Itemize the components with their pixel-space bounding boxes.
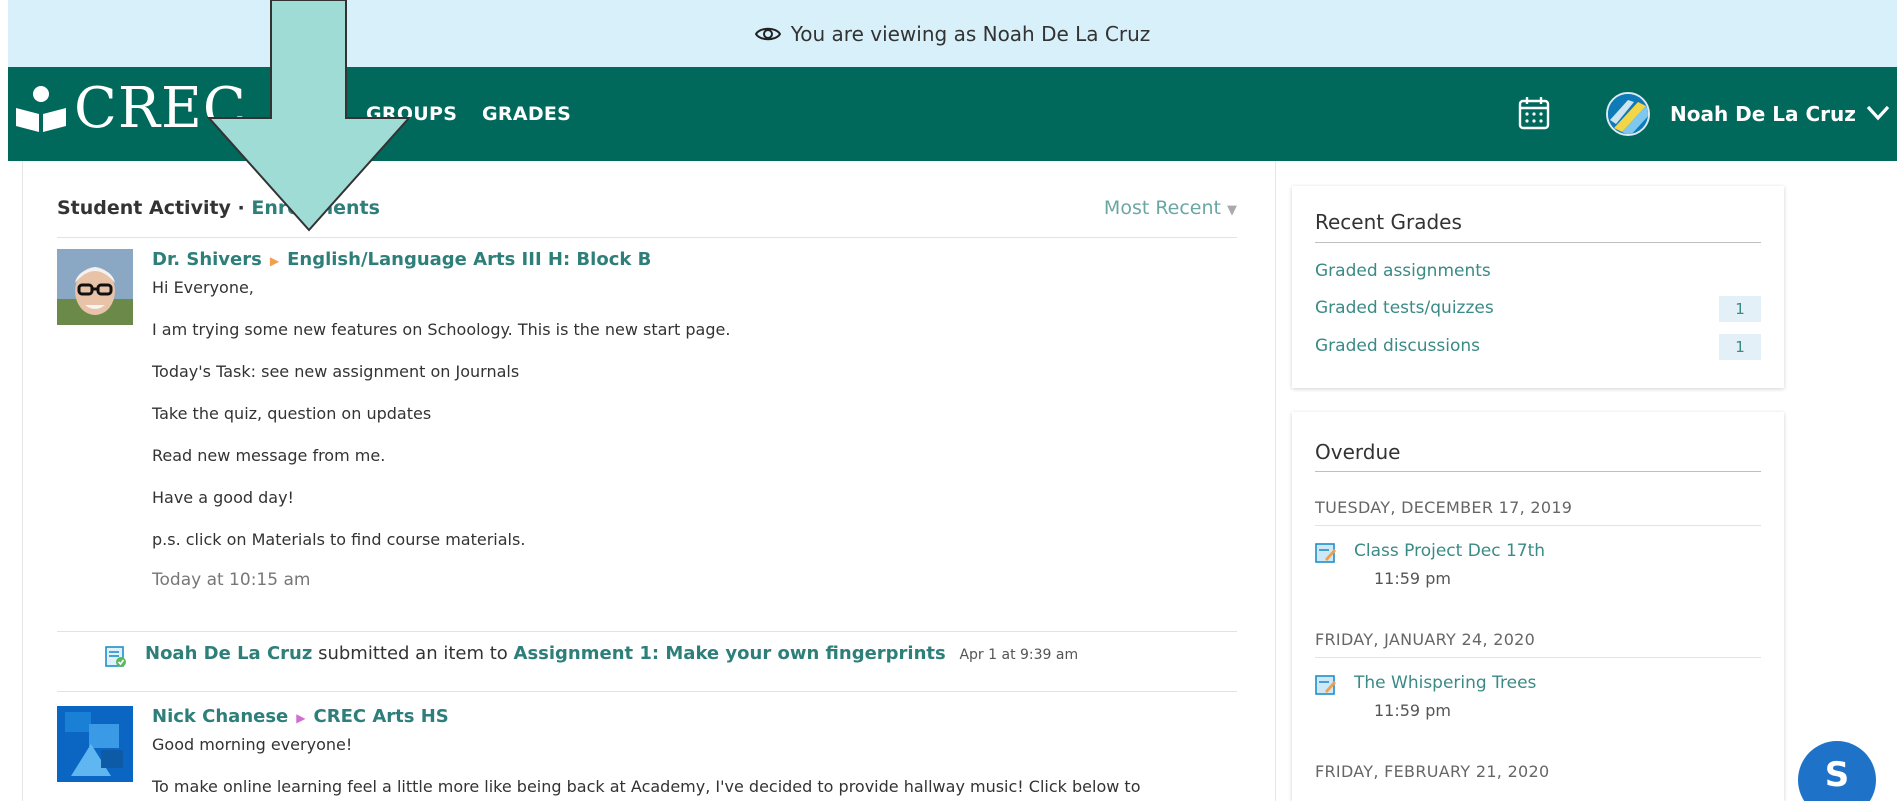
post-author-link[interactable]: Nick Chanese bbox=[152, 706, 288, 727]
sort-label: Most Recent bbox=[1103, 197, 1221, 219]
arrow-right-icon: ▶ bbox=[269, 254, 280, 268]
count-badge: 1 bbox=[1719, 334, 1761, 360]
post-line: Hi Everyone, bbox=[152, 278, 254, 297]
overdue-item-time: 11:59 pm bbox=[1374, 569, 1451, 588]
assignment-icon bbox=[1315, 543, 1336, 563]
nav-courses[interactable]: ES bbox=[280, 67, 307, 161]
assignment-icon bbox=[1315, 675, 1336, 695]
author-photo-icon bbox=[57, 249, 133, 325]
graded-tests-link[interactable]: Graded tests/quizzes bbox=[1315, 298, 1494, 318]
post-author-link[interactable]: Dr. Shivers bbox=[152, 249, 262, 270]
user-avatar-pattern-icon bbox=[1608, 94, 1648, 134]
user-avatar[interactable] bbox=[1606, 92, 1650, 136]
post-timestamp: Today at 10:15 am bbox=[152, 570, 311, 590]
arrow-right-icon: ▶ bbox=[296, 711, 306, 725]
graded-discussions-link[interactable]: Graded discussions bbox=[1315, 336, 1480, 356]
feed-heading-separator: · bbox=[230, 197, 252, 219]
overdue-item-time: 11:59 pm bbox=[1374, 701, 1451, 720]
crec-logo-mark-icon bbox=[16, 86, 66, 132]
feed-heading: Student Activity bbox=[57, 197, 231, 219]
post-line: Today's Task: see new assignment on Jour… bbox=[152, 362, 520, 381]
overdue-date: FRIDAY, FEBRUARY 21, 2020 bbox=[1315, 762, 1550, 781]
submission-time: Apr 1 at 9:39 am bbox=[959, 647, 1079, 663]
submission-assignment-link[interactable]: Assignment 1: Make your own fingerprints bbox=[514, 643, 946, 664]
overdue-card: Overdue TUESDAY, DECEMBER 17, 2019 Class… bbox=[1292, 412, 1784, 801]
post-line: Take the quiz, question on updates bbox=[152, 404, 432, 423]
calendar-icon[interactable] bbox=[1518, 96, 1550, 130]
feed-filter-enrollments[interactable]: Enrollments bbox=[251, 197, 380, 219]
post-course-link[interactable]: CREC Arts HS bbox=[314, 706, 449, 727]
support-chat-button[interactable]: S bbox=[1798, 741, 1876, 801]
post-line: Read new message from me. bbox=[152, 446, 386, 465]
author-avatar[interactable] bbox=[57, 706, 133, 782]
post-line: I am trying some new features on Schoolo… bbox=[152, 320, 731, 339]
feed-header: Student Activity · Enrollments Most Rece… bbox=[57, 197, 1237, 227]
divider bbox=[57, 237, 1237, 238]
author-photo-icon bbox=[57, 706, 133, 782]
crec-logo[interactable]: CREC bbox=[12, 81, 247, 137]
viewing-as-text: You are viewing as Noah De La Cruz bbox=[790, 21, 1151, 46]
post-title: Nick Chanese ▶ CREC Arts HS bbox=[152, 706, 449, 727]
divider bbox=[1315, 525, 1761, 526]
recent-grades-card: Recent Grades Graded assignments Graded … bbox=[1292, 186, 1784, 388]
post-body: Dr. Shivers ▶ English/Language Arts III H:… bbox=[152, 249, 1232, 629]
author-avatar[interactable] bbox=[57, 249, 133, 325]
post-body: Nick Chanese ▶ CREC Arts HS Good morning e… bbox=[152, 706, 1232, 801]
caret-down-icon: ▼ bbox=[1227, 203, 1237, 218]
sort-dropdown[interactable]: Most Recent ▼ bbox=[1104, 197, 1237, 219]
post-line: p.s. click on Materials to find course m… bbox=[152, 530, 526, 549]
card-title: Overdue bbox=[1315, 440, 1401, 464]
post-line: To make online learning feel a little mo… bbox=[152, 777, 1141, 796]
overdue-item-link[interactable]: The Whispering Trees bbox=[1354, 673, 1536, 693]
viewing-as-banner: You are viewing as Noah De La Cruz bbox=[8, 0, 1897, 67]
count-badge: 1 bbox=[1719, 296, 1761, 322]
assignment-submission-icon bbox=[105, 646, 126, 667]
overdue-date: TUESDAY, DECEMBER 17, 2019 bbox=[1315, 498, 1573, 517]
submission-action: submitted an item to bbox=[318, 643, 508, 664]
post-course-link[interactable]: English/Language Arts III H: Block B bbox=[287, 249, 651, 270]
card-divider bbox=[1315, 242, 1761, 243]
divider bbox=[1315, 657, 1761, 658]
divider bbox=[57, 691, 1237, 692]
logo-text: CREC bbox=[74, 76, 247, 141]
card-divider bbox=[1315, 471, 1761, 472]
graded-assignments-link[interactable]: Graded assignments bbox=[1315, 261, 1491, 281]
top-navigation: CREC ES GROUPS GRADES Noah De La Cruz bbox=[8, 67, 1897, 161]
post-title: Dr. Shivers ▶ English/Language Arts III H:… bbox=[152, 249, 651, 270]
user-menu-name[interactable]: Noah De La Cruz bbox=[1670, 67, 1856, 161]
overdue-item-link[interactable]: Class Project Dec 17th bbox=[1354, 541, 1545, 561]
post-line: Good morning everyone! bbox=[152, 735, 353, 754]
submission-activity: Noah De La Cruz submitted an item to Ass… bbox=[105, 643, 1235, 673]
overdue-date: FRIDAY, JANUARY 24, 2020 bbox=[1315, 630, 1536, 649]
eye-icon bbox=[754, 27, 781, 40]
nav-grades[interactable]: GRADES bbox=[482, 67, 571, 161]
nav-groups[interactable]: GROUPS bbox=[366, 67, 457, 161]
activity-feed: Student Activity · Enrollments Most Rece… bbox=[22, 161, 1276, 801]
chevron-down-icon[interactable] bbox=[1866, 103, 1890, 123]
card-title: Recent Grades bbox=[1315, 210, 1462, 234]
divider bbox=[57, 631, 1237, 632]
post-line: Have a good day! bbox=[152, 488, 294, 507]
submission-user-link[interactable]: Noah De La Cruz bbox=[145, 643, 312, 664]
